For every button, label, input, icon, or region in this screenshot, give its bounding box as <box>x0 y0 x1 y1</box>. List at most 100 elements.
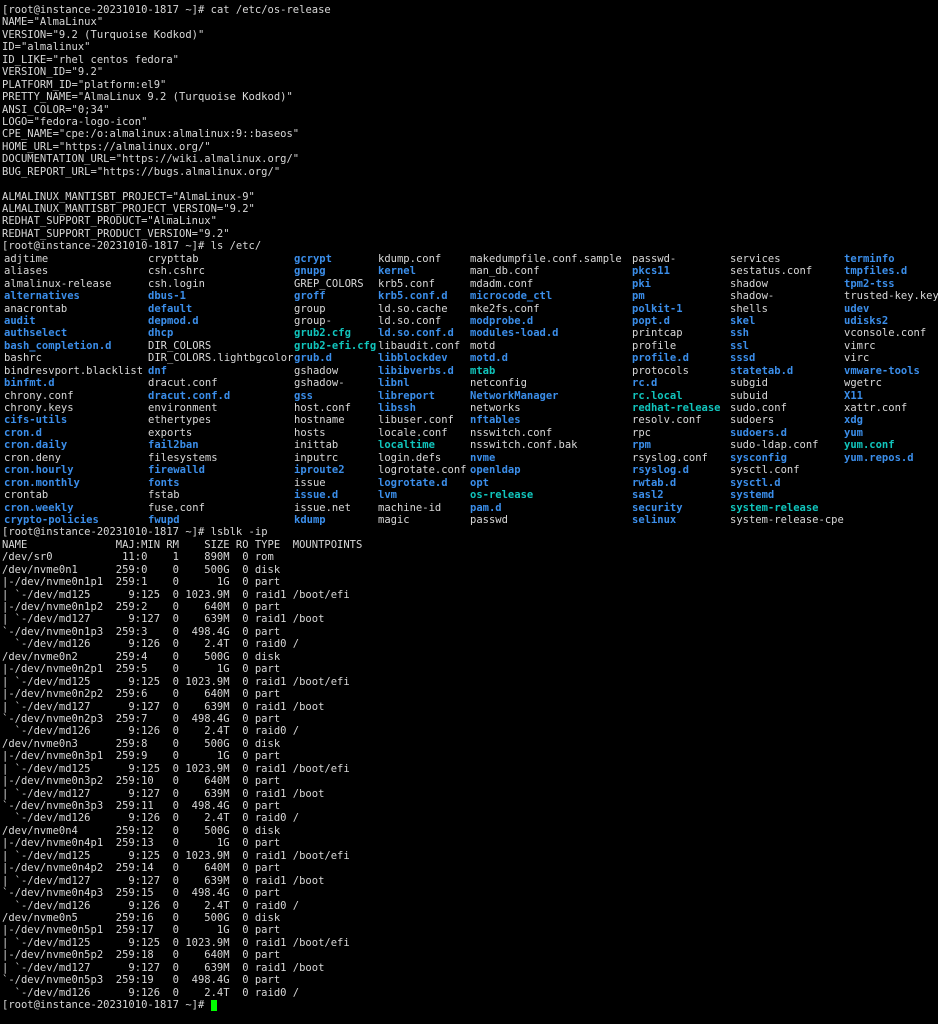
ls-row: crontab fstab issue.d lvm os-release sasl2 sys… <box>2 489 938 501</box>
ls-entry-dir: statetab.d <box>730 364 794 377</box>
prompt-line-2: [root@instance-20231010-1817 ~]# ls /etc… <box>2 240 938 252</box>
ls-entry-link: rc.local <box>632 389 683 402</box>
ls-entry-dir: cron.hourly <box>4 464 74 477</box>
ls-entry-file: bashrc <box>4 352 42 365</box>
ls-entry-dir: fonts <box>148 476 180 489</box>
ls-row: bash_completion.d DIR_COLORS grub2-efi.cfg… <box>2 340 938 352</box>
ls-entry-file: subuid <box>730 389 768 402</box>
ls-entry-dir: libnl <box>378 377 410 390</box>
os-release-line: PLATFORM_ID="platform:el9" <box>2 78 167 91</box>
ls-entry-file: printcap <box>632 327 683 340</box>
ls-entry-dir: rpm <box>632 439 651 452</box>
ls-row: chrony.conf dracut.conf.d gss libreport Netw… <box>2 390 938 402</box>
output-blank-line <box>2 178 938 190</box>
os-release-output: NAME="AlmaLinux" VERSION="9.2 (Turquoise … <box>2 16 938 240</box>
terminal-window[interactable]: [root@instance-20231010-1817 ~]# cat /et… <box>0 0 938 1024</box>
ls-entry-file: subgid <box>730 377 768 390</box>
os-release-line: ALMALINUX_MANTISBT_PROJECT_VERSION="9.2" <box>2 203 255 215</box>
ls-entry-file: vconsole.conf <box>844 327 927 340</box>
ls-entry-dir: selinux <box>632 513 677 526</box>
lsblk-header: NAME MAJ:MIN RM SIZE RO TYPE MOUNTPOINTS <box>2 538 363 551</box>
ls-entry-link: yum.conf <box>844 439 895 452</box>
ls-entry-file: libaudit.conf <box>378 339 461 352</box>
ls-entry-file: chrony.keys <box>4 402 74 414</box>
ls-entry-dir: ld.so.conf.d <box>378 327 454 340</box>
ls-entry-file: GREP_COLORS <box>294 277 364 290</box>
os-release-line: ID_LIKE="rhel centos fedora" <box>2 53 180 66</box>
lsblk-row: | `-/dev/md127 9:127 0 639M 0 raid1 /boo… <box>2 874 325 887</box>
ls-entry-dir: udisks2 <box>844 314 889 327</box>
ls-entry-link: redhat-release <box>632 402 721 414</box>
ls-entry-file: shadow- <box>730 290 775 303</box>
ls-entry-dir: gss <box>294 389 313 402</box>
lsblk-row: /dev/nvme0n3 259:8 0 500G 0 disk <box>2 737 281 750</box>
ls-entry-file: group- <box>294 314 332 327</box>
ls-entry-dir: libreport <box>378 389 435 402</box>
os-release-line: VERSION="9.2 (Turquoise Kodkod)" <box>2 28 205 41</box>
os-release-line: ID="almalinux" <box>2 41 91 54</box>
ls-entry-dir: gcrypt <box>294 252 332 265</box>
os-release-line: ALMALINUX_MANTISBT_PROJECT="AlmaLinux-9" <box>2 190 255 203</box>
ls-entry-dir: pam.d <box>470 501 502 514</box>
ls-entry-file: passwd- <box>632 252 677 265</box>
command-text-3: lsblk -ip <box>204 526 268 539</box>
ls-entry-dir: cron.monthly <box>4 476 80 489</box>
ls-entry-file: sudo-ldap.conf <box>730 439 819 452</box>
lsblk-row: `-/dev/md126 9:126 0 2.4T 0 raid0 / <box>2 986 300 999</box>
ls-entry-link: os-release <box>470 489 534 502</box>
ls-entry-dir: dbus-1 <box>148 290 186 303</box>
ls-entry-file: logrotate.conf <box>378 464 467 477</box>
ls-row: chrony.keys environment host.conf libssh net… <box>2 402 938 414</box>
ls-entry-file: services <box>730 252 781 265</box>
ls-entry-dir: microcode_ctl <box>470 290 553 303</box>
prompt-line-1: [root@instance-20231010-1817 ~]# cat /et… <box>2 4 938 16</box>
lsblk-row: `-/dev/md126 9:126 0 2.4T 0 raid0 / <box>2 812 300 825</box>
ls-row: crypto-policies fwupd kdump magic passwd seli… <box>2 514 938 526</box>
ls-entry-dir: modprobe.d <box>470 314 534 327</box>
ls-entry-dir: dhcp <box>148 327 174 340</box>
ls-entry-dir: nvme <box>470 451 496 464</box>
lsblk-row: `-/dev/md126 9:126 0 2.4T 0 raid0 / <box>2 899 300 912</box>
lsblk-row: |-/dev/nvme0n5p2 259:18 0 640M 0 part <box>2 949 281 962</box>
lsblk-output: /dev/sr0 11:0 1 890M 0 rom/dev/nvme0n1 2… <box>2 551 938 999</box>
ls-row: adjtime crypttab gcrypt kdump.conf makedumpf… <box>2 253 938 265</box>
ls-entry-file: fuse.conf <box>148 501 205 514</box>
lsblk-row: | `-/dev/md125 9:125 0 1023.9M 0 raid1 /… <box>2 936 350 949</box>
ls-row: cron.monthly fonts issue logrotate.d opt rwta… <box>2 477 938 489</box>
ls-entry-link: grub2.cfg <box>294 327 351 340</box>
ls-entry-file: motd <box>470 339 496 352</box>
os-release-line: BUG_REPORT_URL="https://bugs.almalinux.o… <box>2 165 281 178</box>
ls-entry-file: cron.deny <box>4 451 61 464</box>
ls-entry-dir: authselect <box>4 327 68 340</box>
ls-entry-dir: pkcs11 <box>632 265 670 278</box>
os-release-line: VERSION_ID="9.2" <box>2 66 104 79</box>
lsblk-row: |-/dev/nvme0n1p2 259:2 0 640M 0 part <box>2 601 281 613</box>
ls-entry-file: locale.conf <box>378 426 448 439</box>
ls-entry-file: shells <box>730 302 768 315</box>
ls-entry-file: hostname <box>294 414 345 427</box>
ls-entry-file: filesystems <box>148 451 218 464</box>
lsblk-row: |-/dev/nvme0n4p2 259:14 0 640M 0 part <box>2 862 281 875</box>
ls-entry-file: magic <box>378 513 410 526</box>
ls-entry-file: machine-id <box>378 501 442 514</box>
lsblk-row: |-/dev/nvme0n4p1 259:13 0 1G 0 part <box>2 837 281 850</box>
lsblk-row: | `-/dev/md125 9:125 0 1023.9M 0 raid1 /… <box>2 675 350 688</box>
lsblk-row: | `-/dev/md127 9:127 0 639M 0 raid1 /boo… <box>2 961 325 974</box>
ls-entry-file: crypttab <box>148 252 199 265</box>
lsblk-row: /dev/sr0 11:0 1 890M 0 rom <box>2 551 274 564</box>
ls-entry-dir: X11 <box>844 389 863 402</box>
lsblk-row: `-/dev/nvme0n3p3 259:11 0 498.4G 0 part <box>2 800 281 812</box>
lsblk-row: |-/dev/nvme0n3p1 259:9 0 1G 0 part <box>2 750 281 763</box>
ls-entry-dir: binfmt.d <box>4 377 55 390</box>
ls-row: aliases csh.cshrc gnupg kernel man_db.conf pk… <box>2 265 938 277</box>
ls-entry-dir: audit <box>4 314 36 327</box>
ls-entry-file: networks <box>470 402 521 414</box>
ls-row: cron.weekly fuse.conf issue.net machine-id p… <box>2 502 938 514</box>
lsblk-row: `-/dev/md126 9:126 0 2.4T 0 raid0 / <box>2 638 300 651</box>
ls-entry-file: login.defs <box>378 451 442 464</box>
ls-etc-output: adjtime crypttab gcrypt kdump.conf makedumpf… <box>2 253 938 527</box>
ls-entry-file: vimrc <box>844 339 876 352</box>
ls-entry-dir: logrotate.d <box>378 476 448 489</box>
ls-entry-dir: profile.d <box>632 352 689 365</box>
ls-entry-dir: sysctl.d <box>730 476 781 489</box>
